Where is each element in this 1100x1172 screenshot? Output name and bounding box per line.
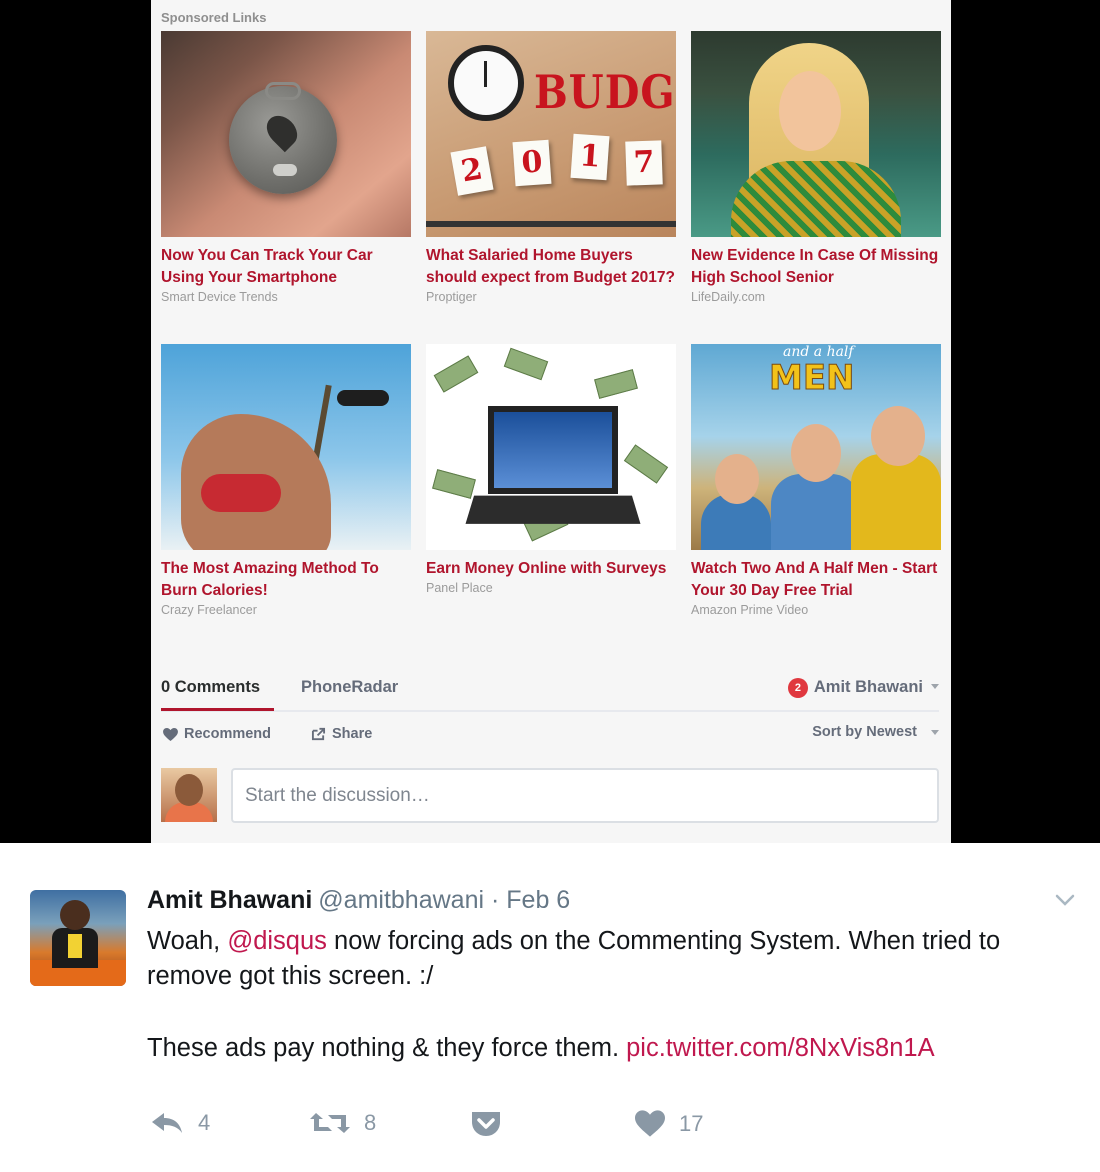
avatar[interactable] <box>161 768 217 822</box>
ad-title[interactable]: The Most Amazing Method To Burn Calories… <box>161 558 411 602</box>
sort-label: Sort by Newest <box>812 724 917 740</box>
tab-comments[interactable]: 0 Comments <box>161 678 274 711</box>
ad-card[interactable]: The Most Amazing Method To Burn Calories… <box>161 344 411 617</box>
ad-title[interactable]: Earn Money Online with Surveys <box>426 558 676 580</box>
share-label: Share <box>332 726 373 742</box>
reply-button[interactable]: 4 <box>150 1110 210 1136</box>
sort-dropdown[interactable]: Sort by Newest <box>812 724 939 740</box>
tweet-author-name[interactable]: Amit Bhawani <box>147 886 312 914</box>
ad-image-digit: 2 <box>450 146 494 196</box>
tweet-handle[interactable]: @amitbhawani <box>318 886 484 914</box>
tweet-date[interactable]: Feb 6 <box>506 886 570 914</box>
share-icon <box>311 727 326 741</box>
pocket-button[interactable] <box>470 1110 502 1138</box>
tweet-text: Woah, @disqus now forcing ads on the Com… <box>147 924 1077 1066</box>
heart-icon <box>163 727 178 741</box>
disqus-widget: Sponsored Links Now You Can Track Your C… <box>151 0 951 843</box>
tweet-mention[interactable]: @disqus <box>227 927 327 955</box>
tweet-separator: · <box>491 886 500 914</box>
ad-card[interactable]: and a half MEN Watch Two And A Half Men … <box>691 344 941 617</box>
ad-card[interactable]: New Evidence In Case Of Missing High Sch… <box>691 31 941 304</box>
chevron-down-icon[interactable] <box>1055 893 1075 907</box>
ad-card[interactable]: Now You Can Track Your Car Using Your Sm… <box>161 31 411 304</box>
retweet-count: 8 <box>364 1110 377 1135</box>
sponsored-label: Sponsored Links <box>161 10 267 25</box>
clock-icon <box>448 45 524 121</box>
user-menu[interactable]: 2 Amit Bhawani <box>787 678 939 698</box>
ad-thumbnail[interactable] <box>161 344 411 550</box>
retweet-icon <box>310 1113 350 1133</box>
notification-badge[interactable]: 2 <box>787 678 808 698</box>
comment-actions: Recommend Share Sort by Newest <box>161 724 939 746</box>
ad-card[interactable]: BUDGET 2 0 1 7 What Salaried Home Buyers… <box>426 31 676 304</box>
avatar[interactable] <box>30 890 126 986</box>
recommend-label: Recommend <box>184 726 272 742</box>
tweet-header: Amit Bhawani @amitbhawani · Feb 6 <box>147 886 570 915</box>
ad-thumbnail[interactable] <box>691 31 941 237</box>
ad-image-digit: 7 <box>625 140 663 186</box>
ad-title[interactable]: Now You Can Track Your Car Using Your Sm… <box>161 245 411 289</box>
ad-source: LifeDaily.com <box>691 290 766 304</box>
recommend-button[interactable]: Recommend <box>163 726 271 742</box>
ad-title[interactable]: What Salaried Home Buyers should expect … <box>426 245 676 289</box>
reply-icon <box>152 1113 182 1133</box>
ad-source: Panel Place <box>426 581 493 595</box>
ad-source: Amazon Prime Video <box>691 603 809 617</box>
chevron-down-icon[interactable] <box>931 684 939 689</box>
heart-icon <box>635 1110 665 1137</box>
ad-image-digit: 1 <box>570 133 610 181</box>
tweet-text-part: These ads pay nothing & they force them. <box>147 1034 627 1062</box>
tab-site[interactable]: PhoneRadar <box>301 678 398 697</box>
ad-thumbnail[interactable]: and a half MEN <box>691 344 941 550</box>
comment-input[interactable]: Start the discussion… <box>231 768 939 823</box>
retweet-button[interactable]: 8 <box>310 1110 376 1136</box>
like-button[interactable]: 17 <box>635 1110 703 1137</box>
ad-card[interactable]: Earn Money Online with Surveys Panel Pla… <box>426 344 676 595</box>
share-button[interactable]: Share <box>311 726 372 742</box>
pocket-icon <box>472 1112 500 1136</box>
ad-source: Crazy Freelancer <box>161 603 257 617</box>
reply-count: 4 <box>198 1110 211 1135</box>
user-name[interactable]: Amit Bhawani <box>814 678 923 696</box>
comments-nav: 0 Comments PhoneRadar 2 Amit Bhawani <box>161 672 939 712</box>
ad-title[interactable]: Watch Two And A Half Men - Start Your 30… <box>691 558 941 602</box>
like-count: 17 <box>679 1110 704 1136</box>
ad-image-text: BUDGET <box>534 65 676 120</box>
tweet-media-link[interactable]: pic.twitter.com/8NxVis8n1A <box>626 1034 935 1062</box>
tweet-actions: 4 8 17 <box>150 1110 750 1144</box>
ad-title[interactable]: New Evidence In Case Of Missing High Sch… <box>691 245 941 289</box>
ad-source: Smart Device Trends <box>161 290 278 304</box>
ad-image-text: MEN <box>769 358 856 399</box>
ad-thumbnail[interactable] <box>161 31 411 237</box>
ad-thumbnail[interactable]: BUDGET 2 0 1 7 <box>426 31 676 237</box>
ad-thumbnail[interactable] <box>426 344 676 550</box>
ad-source: Proptiger <box>426 290 477 304</box>
embedded-screenshot[interactable]: Sponsored Links Now You Can Track Your C… <box>0 0 1100 843</box>
chevron-down-icon <box>931 729 939 735</box>
ad-image-digit: 0 <box>512 139 552 187</box>
tweet-text-part: Woah, <box>147 927 228 955</box>
